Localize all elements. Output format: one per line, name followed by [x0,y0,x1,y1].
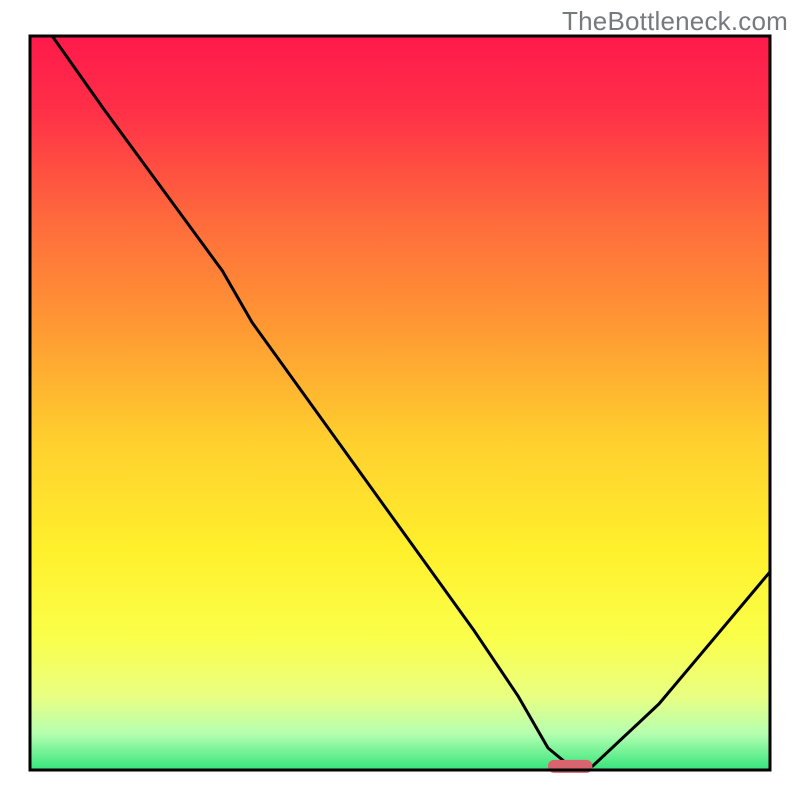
chart-svg [0,0,800,800]
watermark-text: TheBottleneck.com [562,6,788,37]
plot-area [30,36,770,770]
chart-stage: TheBottleneck.com [0,0,800,800]
